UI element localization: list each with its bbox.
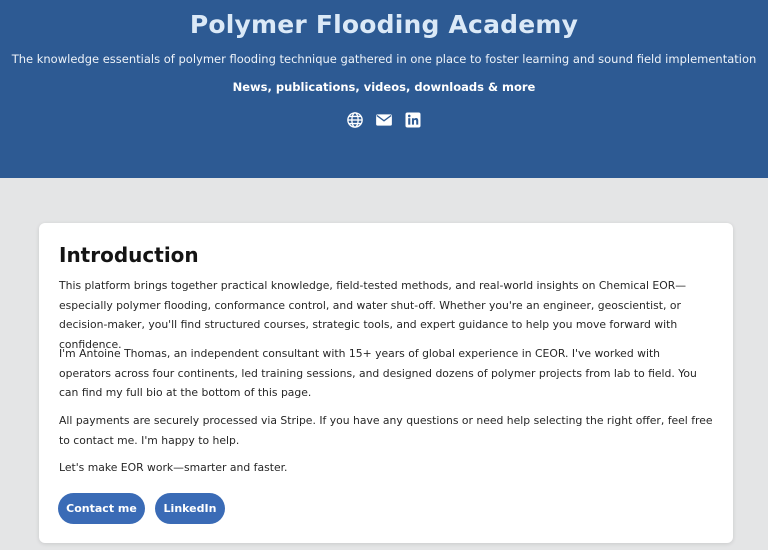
social-links	[0, 111, 768, 129]
linkedin-button[interactable]: LinkedIn	[155, 493, 225, 524]
intro-paragraph-1: This platform brings together practical …	[59, 279, 687, 351]
globe-icon[interactable]	[346, 111, 364, 129]
linkedin-icon[interactable]	[404, 111, 422, 129]
site-tagline: News, publications, videos, downloads & …	[232, 80, 536, 94]
intro-card: Introduction This platform brings togeth…	[39, 223, 733, 543]
intro-title: Introduction	[59, 243, 199, 267]
intro-paragraph-4: Let's make EOR work—smarter and faster.	[59, 461, 288, 474]
contact-button[interactable]: Contact me	[58, 493, 145, 524]
mail-icon[interactable]	[375, 111, 393, 129]
site-subtitle: The knowledge essentials of polymer floo…	[11, 52, 757, 66]
intro-paragraph-3: All payments are securely processed via …	[59, 414, 713, 447]
intro-paragraph-2: I'm Antoine Thomas, an independent consu…	[59, 347, 697, 400]
hero-header: Polymer Flooding Academy The knowledge e…	[0, 0, 768, 178]
site-title: Polymer Flooding Academy	[189, 10, 579, 39]
